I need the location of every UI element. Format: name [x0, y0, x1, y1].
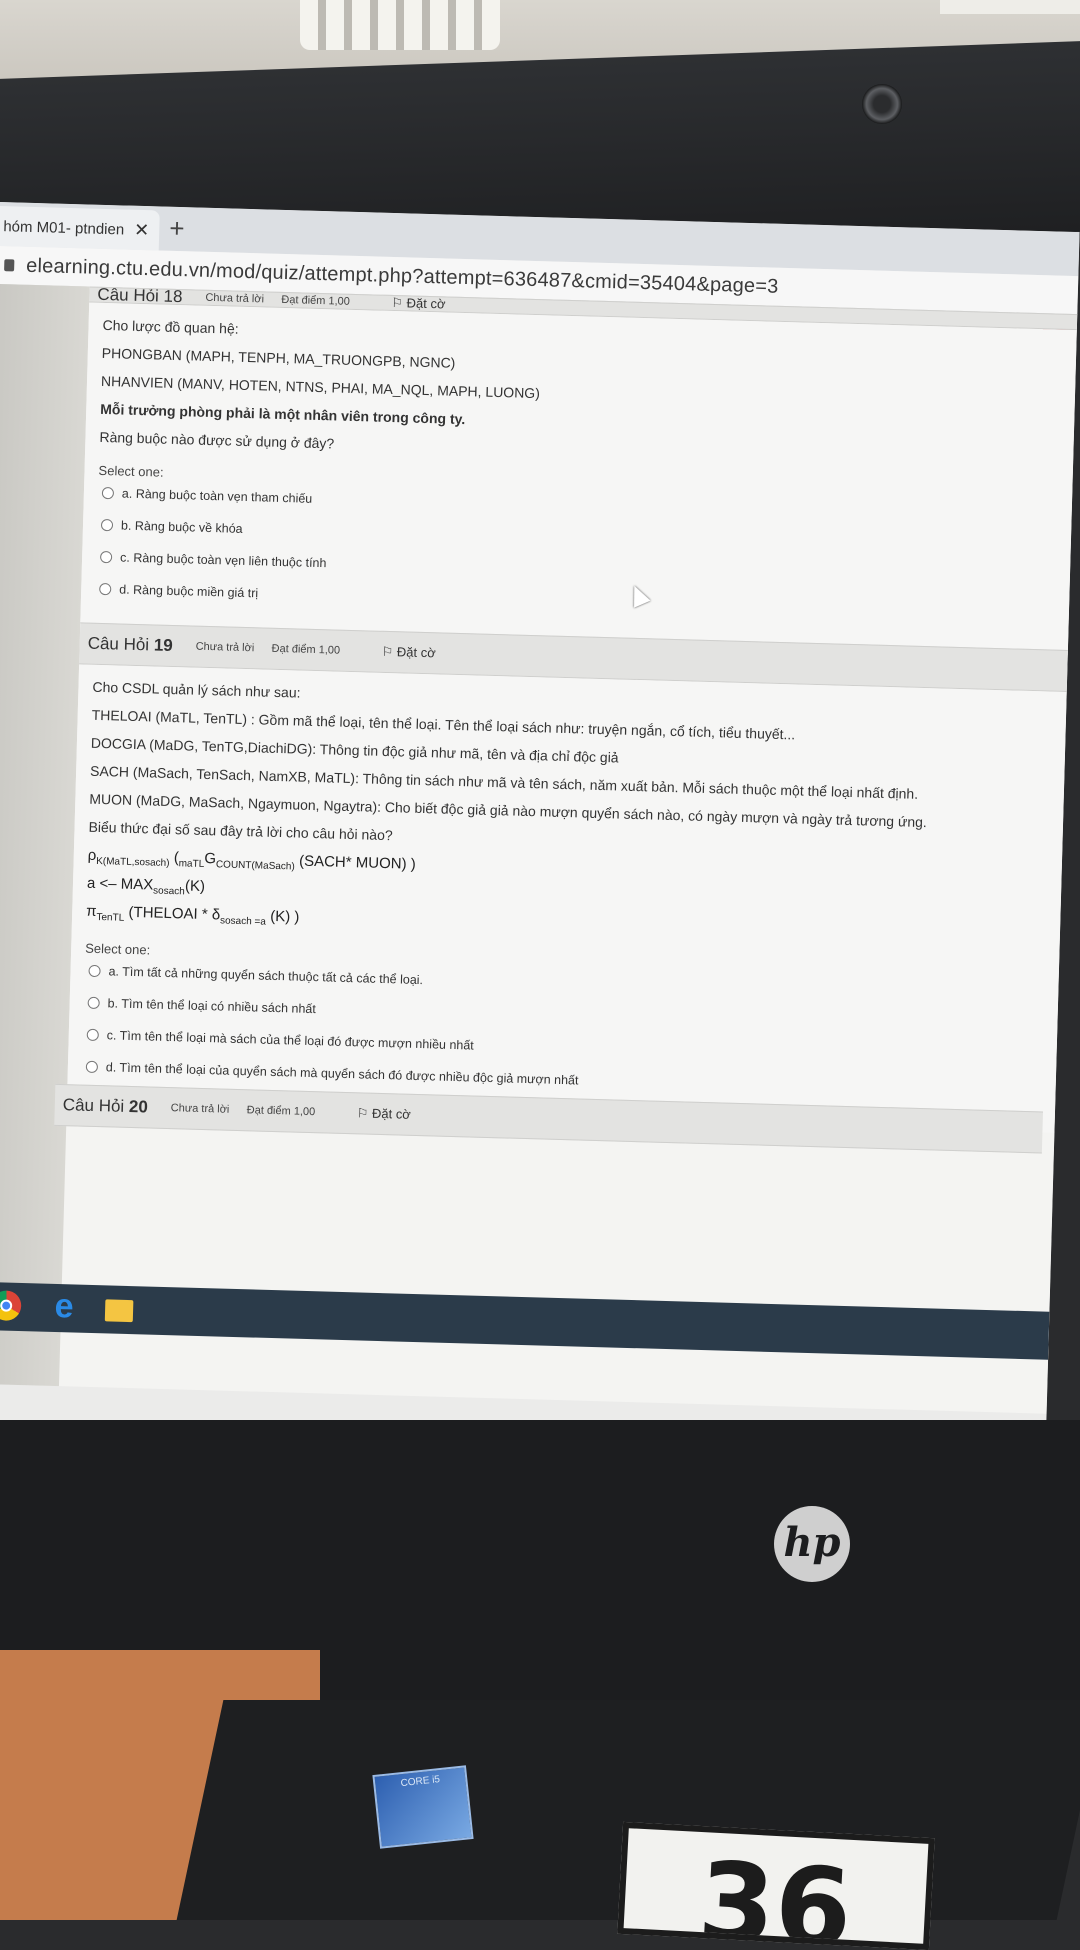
chrome-icon[interactable]: [0, 1290, 22, 1322]
question-state: Chưa trả lời: [170, 1102, 230, 1116]
intel-sticker: CORE i5: [372, 1765, 474, 1849]
desk-label: 36: [617, 1821, 935, 1950]
radio-icon[interactable]: [99, 582, 112, 596]
answer-option[interactable]: d. Ràng buộc miền giá trị: [99, 582, 1055, 623]
flag-question-button[interactable]: ⚐ Đặt cờ: [391, 295, 446, 313]
formula-text: a <– MAX: [86, 874, 154, 894]
close-icon[interactable]: ✕: [134, 219, 150, 240]
radio-icon[interactable]: [85, 1060, 99, 1074]
formula-text: (SACH* MUON) ): [298, 852, 416, 873]
formula-subscript: maTL: [178, 858, 205, 870]
formula-text: (K): [184, 877, 206, 895]
edge-icon[interactable]: e: [49, 1287, 80, 1326]
new-tab-button[interactable]: +: [169, 213, 185, 244]
radio-icon[interactable]: [100, 518, 114, 532]
question-mark: Đạt điểm 1,00: [246, 1104, 316, 1119]
radio-icon[interactable]: [101, 486, 115, 500]
question-number-value: 19: [153, 635, 174, 655]
option-label: c. Ràng buộc toàn vẹn liên thuộc tính: [119, 550, 327, 571]
hp-logo: hp: [774, 1506, 850, 1582]
formula-subscript: sosach =a: [219, 915, 267, 928]
webcam-icon: [862, 84, 902, 124]
question-number-value: 20: [128, 1096, 149, 1117]
question-prefix: Câu Hỏi: [87, 633, 150, 655]
answer-option[interactable]: b. Tìm tên thể loại có nhiều sách nhất: [87, 996, 1043, 1037]
radio-icon[interactable]: [99, 550, 113, 564]
formula-subscript: COUNT(MaSach): [215, 859, 295, 873]
option-label: d. Ràng buộc miền giá trị: [119, 582, 259, 601]
question-prefix: Câu Hỏi: [62, 1095, 125, 1116]
question-number: Câu Hỏi 20: [63, 1095, 172, 1118]
question-state: Chưa trả lời: [205, 291, 265, 306]
browser-tab[interactable]: hóm M01- ptndien ✕: [0, 205, 160, 251]
ceiling-light: [300, 0, 500, 50]
flag-question-button[interactable]: ⚐ Đặt cờ: [356, 1105, 411, 1123]
radio-icon[interactable]: [88, 964, 101, 978]
radio-icon[interactable]: [87, 996, 100, 1010]
lock-icon: [4, 259, 15, 272]
flag-icon: ⚐: [356, 1105, 369, 1121]
option-label: b. Ràng buộc về khóa: [120, 518, 243, 536]
question-19: Câu Hỏi 19 Chưa trả lời Đạt điểm 1,00 ⚐ …: [66, 622, 1068, 1133]
tab-title: hóm M01- ptndien: [3, 217, 125, 238]
file-explorer-icon[interactable]: [104, 1299, 134, 1323]
option-label: b. Tìm tên thể loại có nhiều sách nhất: [107, 996, 317, 1017]
formula-subscript: K(MaTL,sosach): [96, 855, 170, 869]
answer-option[interactable]: c. Ràng buộc toàn vẹn liên thuộc tính: [99, 550, 1056, 591]
question-mark: Đạt điểm 1,00: [281, 293, 351, 308]
flag-label: Đặt cờ: [396, 644, 436, 661]
question-mark: Đạt điểm 1,00: [271, 642, 341, 657]
monitor-screen: hóm M01- ptndien ✕ + elearning.ctu.edu.v…: [0, 202, 1080, 1462]
question-text: Cho CSDL quản lý sách như sau: THELOAI (…: [66, 664, 1067, 1133]
radio-icon[interactable]: [86, 1028, 99, 1042]
flag-label: Đặt cờ: [406, 295, 446, 312]
ceiling-light: [940, 0, 1080, 14]
option-label: a. Ràng buộc toàn vẹn tham chiếu: [121, 486, 313, 506]
flag-label: Đặt cờ: [371, 1105, 412, 1122]
group-symbol: G: [204, 849, 217, 868]
question-number: Câu Hỏi 19: [87, 634, 196, 657]
option-label: a. Tìm tất cả những quyển sách thuộc tất…: [108, 964, 424, 988]
question-state: Chưa trả lời: [195, 640, 255, 655]
option-label: d. Tìm tên thể loại của quyển sách mà qu…: [105, 1060, 579, 1088]
flag-icon: ⚐: [381, 643, 394, 660]
question-18: Câu Hỏi 18 Chưa trả lời Đạt điểm 1,00 ⚐ …: [80, 286, 1078, 655]
answer-option[interactable]: b. Ràng buộc về khóa: [100, 518, 1057, 559]
question-text: Cho lược đồ quan hệ: PHONGBAN (MAPH, TEN…: [80, 302, 1077, 655]
answer-option[interactable]: c. Tìm tên thể loại mà sách của thể loại…: [86, 1028, 1043, 1069]
formula-text: (THELOAI * δ: [128, 903, 221, 924]
formula-text: (K) ): [270, 907, 300, 926]
formula-subscript: sosach: [152, 885, 185, 898]
flag-question-button[interactable]: ⚐ Đặt cờ: [381, 644, 436, 662]
option-label: c. Tìm tên thể loại mà sách của thể loại…: [106, 1028, 474, 1053]
formula-subscript: TenTL: [96, 911, 125, 924]
